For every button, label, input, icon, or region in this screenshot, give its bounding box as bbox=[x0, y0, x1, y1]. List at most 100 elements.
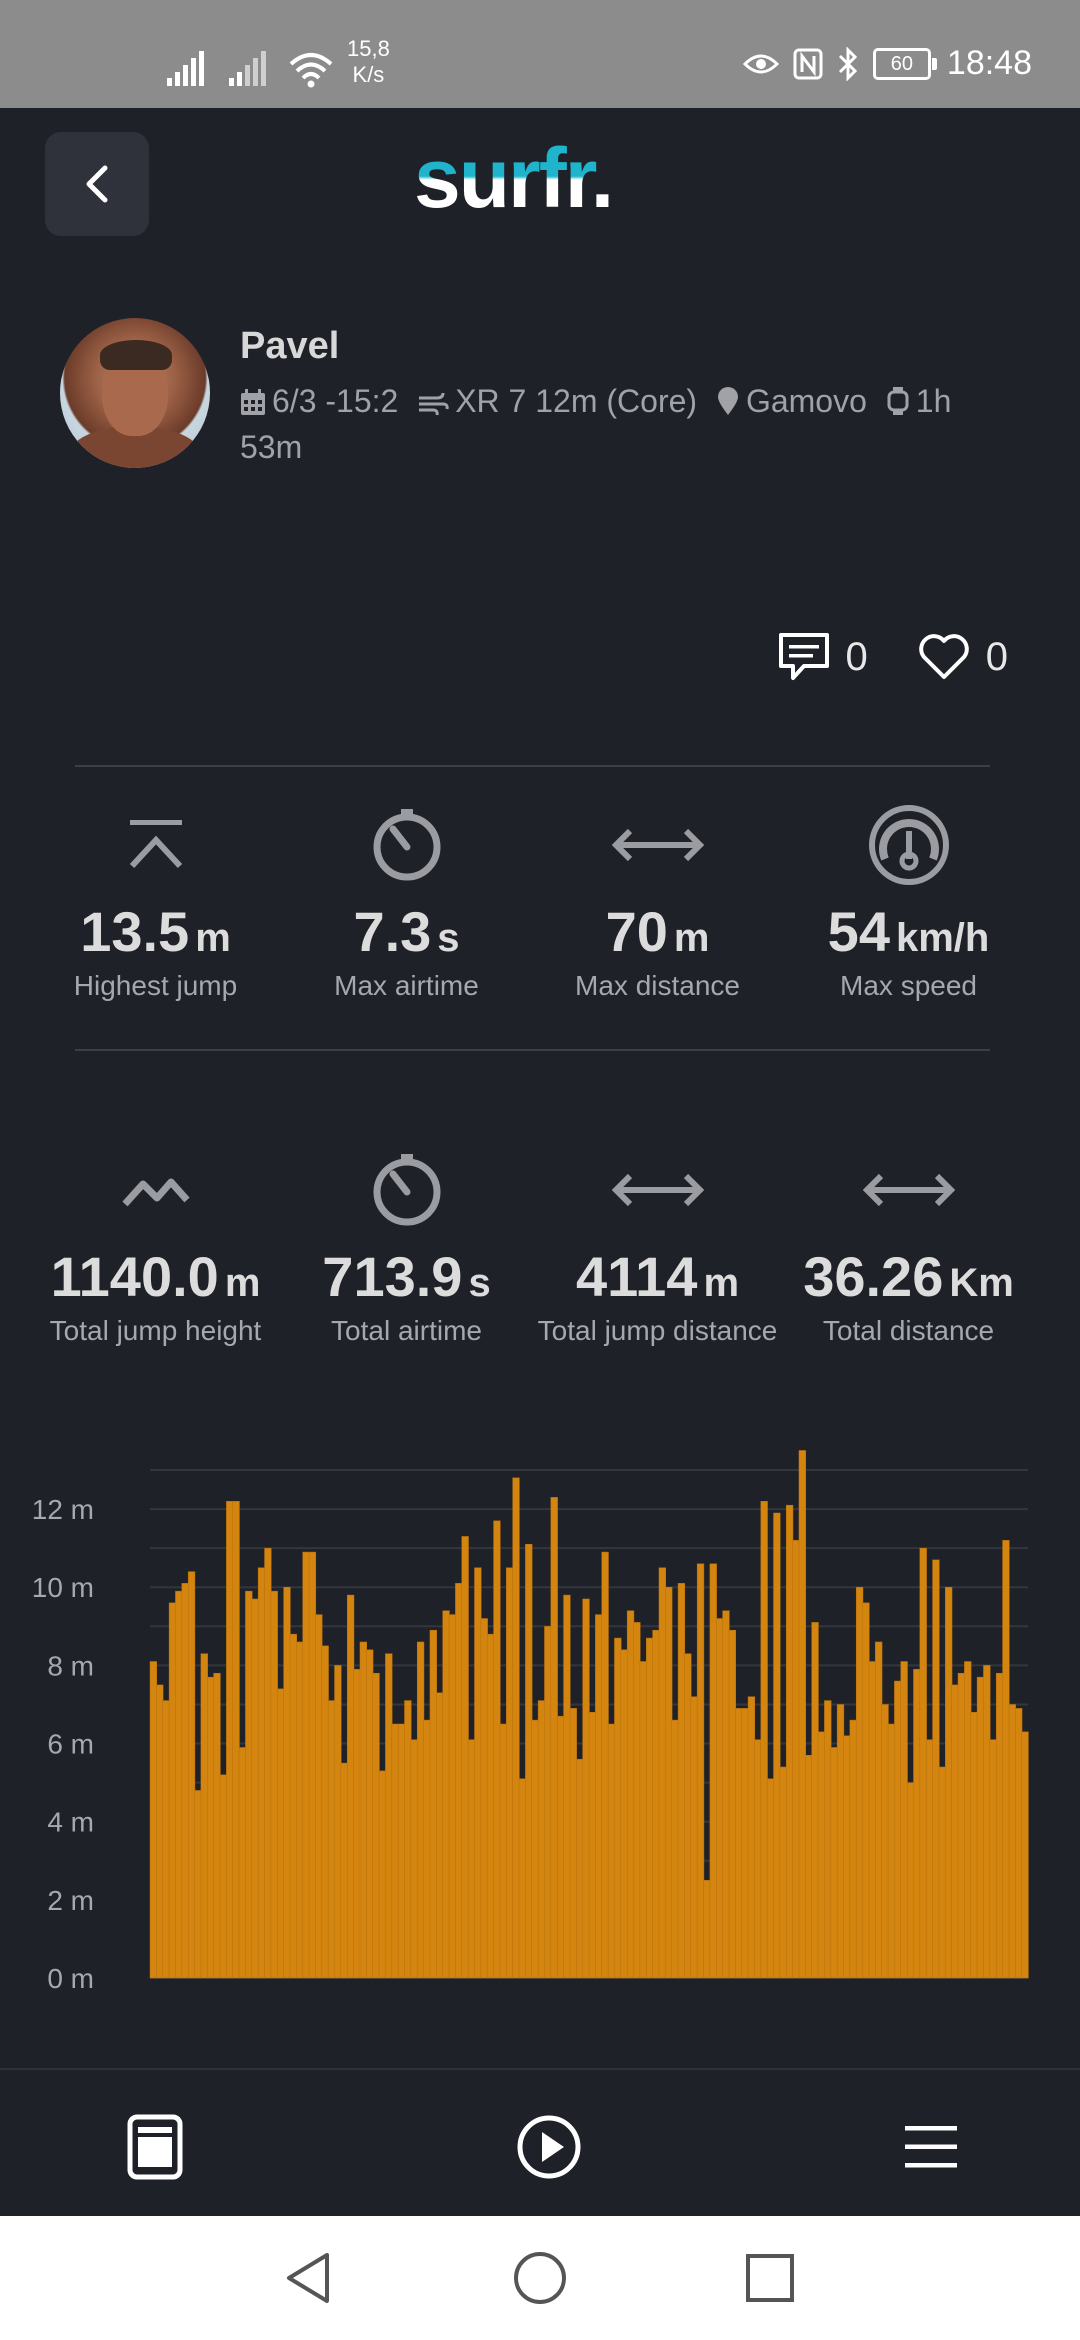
chart-bar bbox=[270, 1590, 278, 1979]
chart-bar bbox=[410, 1739, 418, 1979]
highest-jump-icon bbox=[129, 820, 182, 869]
chart-bar bbox=[722, 1610, 730, 1979]
stat-label: Max airtime bbox=[334, 970, 479, 1001]
chart-bar bbox=[461, 1536, 469, 1979]
stat-max-distance: 70 m Max distance bbox=[532, 805, 783, 1002]
session-kite: XR 7 12m (Core) bbox=[417, 383, 697, 419]
chart-bar bbox=[207, 1676, 215, 1979]
avatar[interactable] bbox=[60, 318, 210, 468]
stat-unit: km/h bbox=[895, 916, 990, 960]
wind-icon bbox=[419, 392, 449, 416]
chart-bar bbox=[576, 1758, 584, 1979]
chart-bar bbox=[983, 1665, 991, 1979]
heart-icon[interactable] bbox=[918, 633, 970, 681]
chart-bar bbox=[283, 1586, 291, 1979]
chart-bar bbox=[773, 1512, 781, 1979]
chart-bar bbox=[334, 1665, 342, 1979]
chart-bar bbox=[652, 1629, 660, 1979]
nav-sessions-button[interactable] bbox=[120, 2112, 190, 2182]
nav-menu-button[interactable] bbox=[896, 2112, 966, 2182]
chart-bar bbox=[735, 1708, 743, 1979]
surfr-logo: surfr. bbox=[414, 133, 654, 223]
user-name[interactable]: Pavel bbox=[240, 325, 339, 368]
eye-icon bbox=[742, 54, 779, 73]
y-tick-label: 12 m bbox=[32, 1494, 94, 1525]
chart-bar bbox=[200, 1653, 208, 1979]
distance-arrows-icon bbox=[862, 1173, 955, 1207]
chart-bar bbox=[747, 1696, 756, 1979]
chart-bar bbox=[264, 1547, 272, 1979]
chart-bar bbox=[684, 1653, 692, 1979]
chart-bar bbox=[353, 1669, 361, 1979]
session-date-text: 6/3 -15:2 bbox=[272, 383, 399, 419]
chart-bar bbox=[900, 1661, 908, 1979]
network-speed-unit: K/s bbox=[352, 62, 385, 87]
stat-label: Total jump distance bbox=[537, 1315, 778, 1346]
chart-bar bbox=[925, 1739, 934, 1979]
chart-bar bbox=[397, 1723, 406, 1979]
chart-bar bbox=[327, 1700, 336, 1979]
chart-bar bbox=[537, 1700, 546, 1979]
system-back-button[interactable] bbox=[276, 2246, 340, 2310]
chart-bar bbox=[728, 1629, 736, 1979]
chart-bar bbox=[404, 1700, 412, 1979]
stat-label: Total distance bbox=[822, 1315, 995, 1346]
chart-bar bbox=[1021, 1731, 1029, 1979]
back-button[interactable] bbox=[45, 132, 149, 236]
chart-bar bbox=[493, 1520, 501, 1979]
chart-bar bbox=[556, 1715, 565, 1979]
chart-bar bbox=[843, 1735, 851, 1979]
stat-value: 1140.0 bbox=[50, 1245, 219, 1308]
stats-max-row: 13.5 m Highest jump 7.3 s Max airtime 70 m … bbox=[30, 805, 1050, 1002]
location-pin-icon bbox=[717, 387, 738, 415]
chart-bar bbox=[995, 1672, 1004, 1979]
chart-bar bbox=[862, 1602, 870, 1979]
chart-bar bbox=[951, 1684, 959, 1979]
chart-bar bbox=[194, 1790, 202, 1979]
system-recents-button[interactable] bbox=[738, 2246, 802, 2310]
chart-bar bbox=[372, 1672, 380, 1979]
chart-bar bbox=[754, 1739, 762, 1979]
chart-bar bbox=[175, 1590, 183, 1979]
divider-top bbox=[75, 765, 990, 767]
chart-bar bbox=[366, 1649, 374, 1979]
y-tick-label: 0 m bbox=[47, 1963, 94, 1994]
chart-bar bbox=[696, 1563, 705, 1979]
chart-bar bbox=[277, 1688, 285, 1979]
nav-play-button[interactable] bbox=[514, 2112, 584, 2182]
y-tick-label: 2 m bbox=[47, 1885, 94, 1916]
jump-height-icon bbox=[121, 1178, 190, 1207]
status-bar: 15,8 K/s 60 18:48 bbox=[0, 0, 1080, 108]
status-left: 15,8 K/s bbox=[165, 36, 390, 88]
chart-bar bbox=[499, 1723, 507, 1979]
chart-bar bbox=[442, 1610, 450, 1979]
chart-bar bbox=[620, 1649, 628, 1979]
stat-unit: m bbox=[224, 1261, 261, 1305]
stat-value: 13.5 bbox=[80, 900, 190, 963]
stat-unit: s bbox=[437, 916, 460, 960]
system-home-button[interactable] bbox=[508, 2246, 572, 2310]
nfc-icon bbox=[793, 48, 823, 79]
calendar-icon bbox=[241, 389, 265, 415]
stat-label: Max distance bbox=[575, 970, 740, 1001]
wifi-icon bbox=[289, 53, 333, 88]
chart-bar bbox=[346, 1594, 355, 1979]
stat-label: Highest jump bbox=[73, 970, 238, 1001]
stat-unit: Km bbox=[949, 1261, 1014, 1305]
session-location-text: Gamovo bbox=[745, 383, 867, 419]
comment-icon[interactable] bbox=[778, 632, 830, 682]
home-circle-icon bbox=[514, 2252, 566, 2304]
chart-bar bbox=[887, 1723, 896, 1979]
menu-icon bbox=[905, 2126, 957, 2168]
chart-bar bbox=[245, 1590, 253, 1979]
timer-icon bbox=[373, 809, 440, 881]
chart-bar bbox=[855, 1586, 864, 1979]
chart-bar bbox=[448, 1614, 457, 1979]
chart-bar bbox=[913, 1669, 921, 1979]
chart-bar bbox=[544, 1626, 552, 1979]
chart-bar bbox=[957, 1672, 966, 1979]
chart-bar bbox=[455, 1583, 463, 1979]
stat-unit: m bbox=[703, 1261, 740, 1305]
chart-bar bbox=[830, 1747, 838, 1979]
chart-bar bbox=[156, 1684, 164, 1979]
